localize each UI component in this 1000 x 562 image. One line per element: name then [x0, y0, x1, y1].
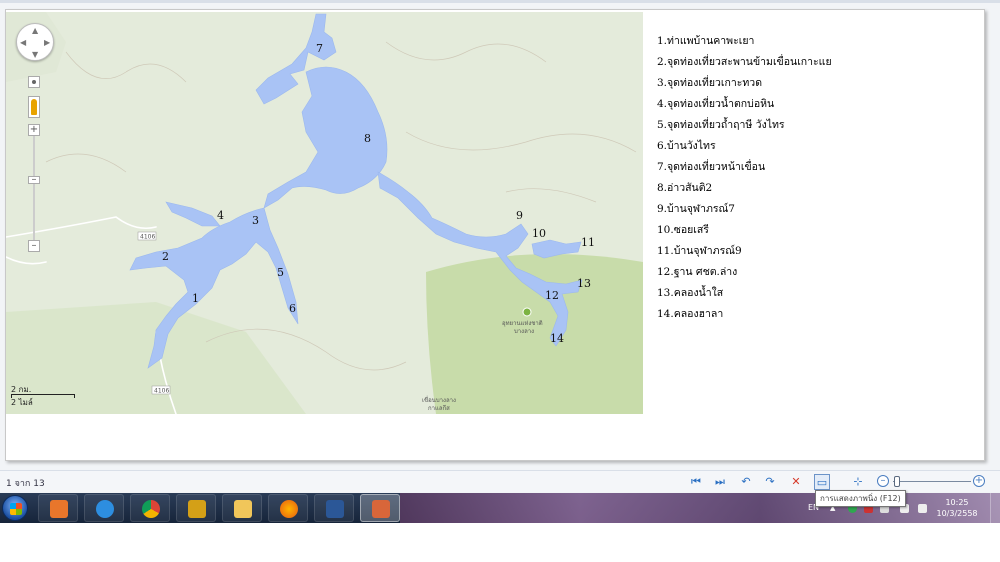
legend-item: 14.คลองฮาลา	[657, 308, 724, 320]
scale-km: 2 กม.	[11, 385, 32, 394]
legend-item: 2.จุดท่องเที่ยวสะพานข้ามเขื่อนเกาะแย	[657, 56, 832, 68]
scale-mi: 2 ไมล์	[11, 398, 33, 407]
pan-right-icon[interactable]: ▶	[44, 39, 50, 47]
taskbar-media-player[interactable]	[38, 494, 78, 522]
map-marker-5: 5	[277, 266, 284, 279]
folder-icon	[234, 500, 252, 518]
map-marker-13: 13	[577, 277, 591, 290]
internet-explorer-icon	[96, 500, 114, 518]
taskbar-firefox[interactable]	[268, 494, 308, 522]
map-marker-14: 14	[550, 332, 564, 345]
viewer-toolbar: 1 จาก 13 ⏮ ⏭ ↶ ↷ ✕ ▭ ⊹ – +	[0, 470, 1000, 492]
location-button[interactable]	[28, 76, 40, 88]
park-label-line2: บางลาง	[514, 328, 534, 335]
map-marker-4: 4	[217, 209, 224, 222]
map-marker-9: 9	[516, 209, 523, 222]
image-viewer-canvas: 1 2 3 4 5 6 7 8 9 10 11 12 13 14 4106 41…	[5, 9, 985, 461]
pegman-icon[interactable]	[28, 96, 40, 118]
legend-item: 3.จุดท่องเที่ยวเกาะทวด	[657, 77, 763, 89]
slideshow-icon[interactable]: ▭	[814, 474, 830, 490]
map-zoom-thumb[interactable]: –	[28, 175, 40, 185]
legend-item: 6.บ้านวังไทร	[657, 140, 716, 152]
word-icon	[326, 500, 344, 518]
viewer-zoom-slider[interactable]: – +	[877, 475, 987, 489]
app-icon	[188, 500, 206, 518]
legend-item: 11.บ้านจุฬาภรณ์9	[657, 245, 742, 257]
photo-viewer-icon	[372, 500, 390, 518]
taskbar-chrome[interactable]	[130, 494, 170, 522]
taskbar-internet-explorer[interactable]	[84, 494, 124, 522]
park-label-line1: อุทยานแห่งชาติ	[502, 320, 543, 327]
legend-item: 10.ซอยเสรี	[657, 224, 709, 236]
screen: 1 2 3 4 5 6 7 8 9 10 11 12 13 14 4106 41…	[0, 0, 1000, 562]
road-label-4106-top: 4106	[140, 234, 155, 241]
map-marker-1: 1	[192, 292, 199, 305]
taskbar-app[interactable]	[176, 494, 216, 522]
map-scale: 2 กม. 2 ไมล์	[11, 385, 75, 407]
taskbar-photo-viewer[interactable]	[360, 494, 400, 522]
bottom-label-line2: กาแลกีส	[428, 404, 450, 412]
slideshow-tooltip: การแสดงภาพนิ่ง (F12)	[815, 490, 906, 507]
pan-up-icon[interactable]: ▲	[32, 27, 38, 35]
zoom-thumb[interactable]	[894, 476, 900, 487]
taskbar-word[interactable]	[314, 494, 354, 522]
legend-item: 8.อ่าวสันติ2	[657, 182, 713, 194]
map-marker-11: 11	[581, 236, 595, 249]
clock-time: 10:25	[945, 498, 969, 507]
chrome-icon	[142, 500, 160, 518]
clock-date: 10/3/2558	[936, 509, 978, 518]
firefox-icon	[280, 500, 298, 518]
map-marker-8: 8	[364, 132, 371, 145]
map-marker-12: 12	[545, 289, 559, 302]
legend-item: 12.ฐาน ศชต.ล่าง	[657, 266, 738, 278]
show-desktop-button[interactable]	[990, 493, 1000, 523]
fit-window-icon[interactable]: ⊹	[850, 474, 866, 490]
legend-item: 5.จุดท่องเที่ยวถ้ำฤาษี วังไทร	[657, 119, 785, 131]
pan-control[interactable]: ▲ ▼ ◀ ▶	[16, 23, 54, 61]
map-zoom-slider[interactable]: + – –	[28, 124, 40, 252]
first-page-icon[interactable]: ⏮	[688, 474, 704, 490]
map-marker-3: 3	[252, 214, 259, 227]
bottom-label-line1: เขื่อนบางลาง	[422, 396, 456, 404]
map-marker-6: 6	[289, 302, 296, 315]
legend-item: 13.คลองน้ำใส	[657, 287, 724, 299]
windows-logo-icon	[10, 503, 22, 515]
map-zoom-in-icon[interactable]: +	[28, 124, 40, 136]
legend-item: 9.บ้านจุฬาภรณ์7	[657, 203, 735, 215]
map-image[interactable]: 1 2 3 4 5 6 7 8 9 10 11 12 13 14 4106 41…	[6, 12, 643, 414]
zoom-in-icon[interactable]: +	[973, 475, 985, 487]
location-legend: 1.ท่าแพบ้านคาพะเยา 2.จุดท่องเที่ยวสะพานข…	[657, 34, 832, 328]
zoom-out-icon[interactable]: –	[877, 475, 889, 487]
map-zoom-out-icon[interactable]: –	[28, 240, 40, 252]
desktop-margin	[0, 523, 1000, 562]
delete-icon[interactable]: ✕	[788, 474, 804, 490]
pan-left-icon[interactable]: ◀	[20, 39, 26, 47]
map-graphic: 1 2 3 4 5 6 7 8 9 10 11 12 13 14 4106 41…	[6, 12, 643, 414]
page-counter: 1 จาก 13	[6, 479, 45, 489]
system-clock[interactable]: 10:25 10/3/2558	[930, 497, 984, 519]
map-marker-10: 10	[532, 227, 546, 240]
start-button[interactable]	[2, 495, 28, 521]
taskbar-explorer[interactable]	[222, 494, 262, 522]
legend-item: 7.จุดท่องเที่ยวหน้าเขื่อน	[657, 161, 766, 173]
pan-down-icon[interactable]: ▼	[32, 51, 38, 59]
media-player-icon	[50, 500, 68, 518]
legend-item: 1.ท่าแพบ้านคาพะเยา	[657, 35, 755, 47]
map-marker-7: 7	[316, 42, 323, 55]
rotate-right-icon[interactable]: ↷	[762, 474, 778, 490]
location-dot-icon	[32, 80, 36, 84]
window-top-border	[0, 0, 1000, 3]
rotate-left-icon[interactable]: ↶	[738, 474, 754, 490]
road-label-4106-bottom: 4106	[154, 388, 169, 395]
legend-item: 4.จุดท่องเที่ยวน้ำตกบ่อหิน	[657, 98, 775, 110]
map-marker-2: 2	[162, 250, 169, 263]
tray-volume-icon[interactable]	[918, 504, 927, 513]
last-page-icon[interactable]: ⏭	[712, 474, 728, 490]
